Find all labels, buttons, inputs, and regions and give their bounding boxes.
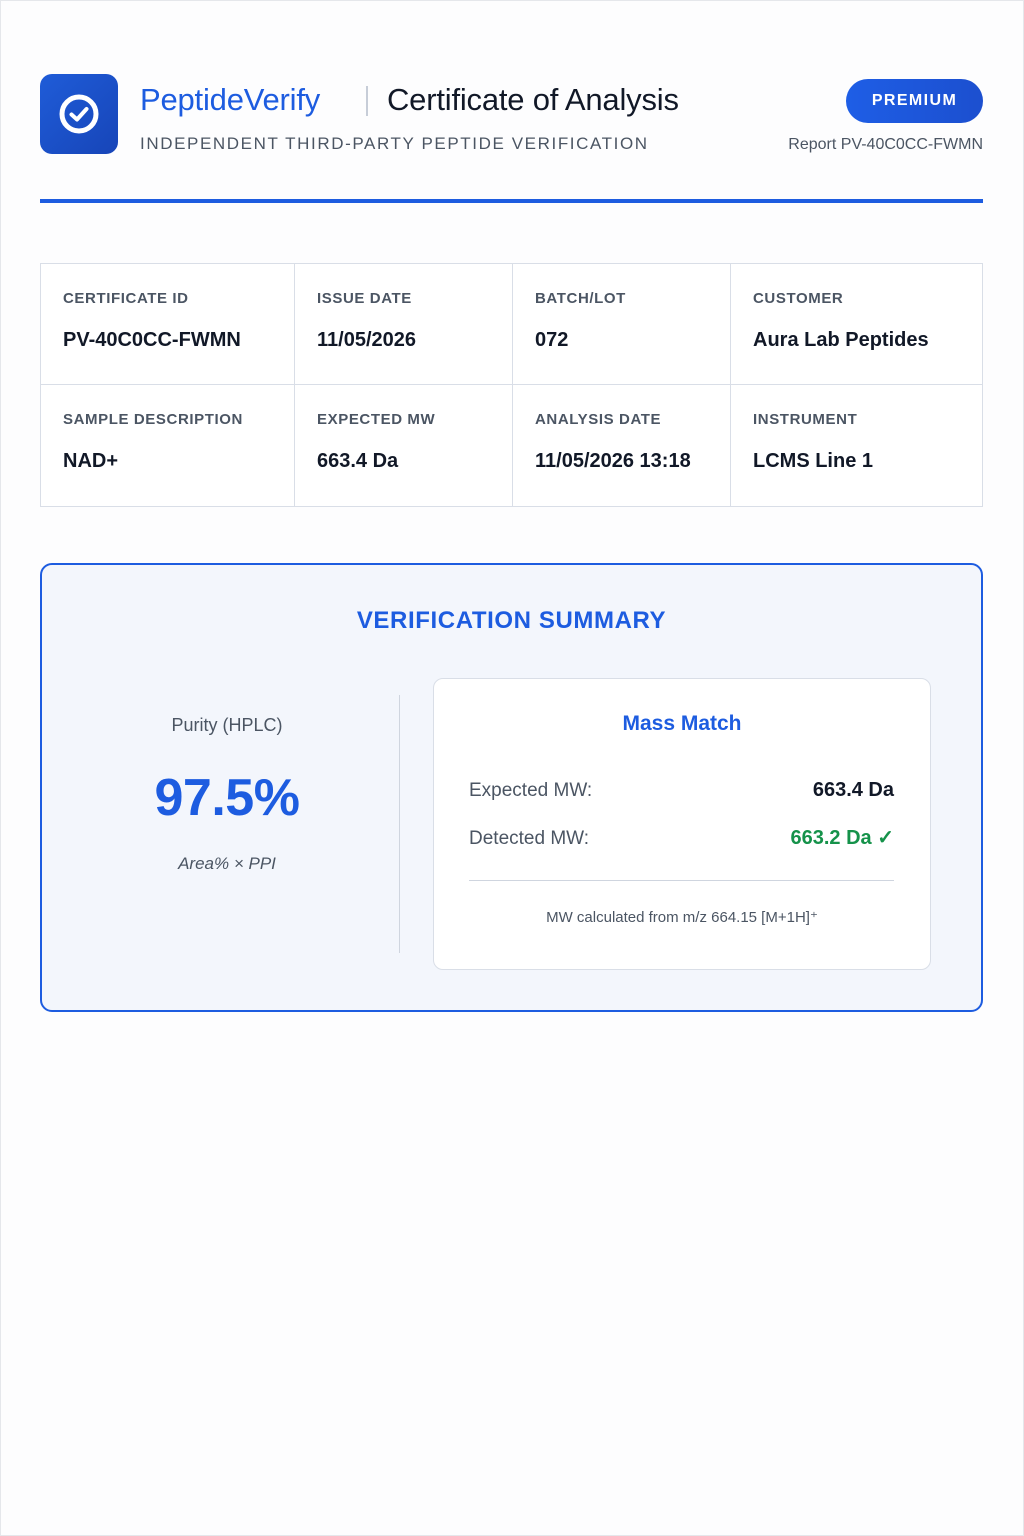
summary-divider xyxy=(399,695,400,953)
info-label: SAMPLE DESCRIPTION xyxy=(63,411,243,428)
info-cell-instrument: INSTRUMENT LCMS Line 1 xyxy=(731,385,982,506)
header-rule xyxy=(40,199,983,203)
expected-mw-label: Expected MW: xyxy=(469,780,593,801)
info-value: 11/05/2026 xyxy=(317,329,416,351)
purity-value: 97.5% xyxy=(154,769,300,827)
info-value: 11/05/2026 13:18 xyxy=(535,450,691,472)
info-value: LCMS Line 1 xyxy=(753,450,874,472)
info-value: PV-40C0CC-FWMN xyxy=(63,329,241,351)
detected-mw-value: 663.2 Da ✓ xyxy=(790,827,895,849)
mass-match-title: Mass Match xyxy=(622,712,742,735)
info-cell-batch-lot: BATCH/LOT 072 xyxy=(513,264,731,385)
info-label: CUSTOMER xyxy=(753,290,844,307)
info-cell-analysis-date: ANALYSIS DATE 11/05/2026 13:18 xyxy=(513,385,731,506)
brand-name: PeptideVerify xyxy=(140,82,321,117)
purity-method-note: Area% × PPI xyxy=(178,854,276,873)
info-label: EXPECTED MW xyxy=(317,411,436,428)
info-cell-customer: CUSTOMER Aura Lab Peptides xyxy=(731,264,982,385)
mass-match-card: Mass Match Expected MW: 663.4 Da Detecte… xyxy=(433,678,931,970)
detected-mw-row: Detected MW: 663.2 Da ✓ xyxy=(469,825,894,850)
info-value: 663.4 Da xyxy=(317,450,399,472)
summary-title: VERIFICATION SUMMARY xyxy=(356,607,667,634)
info-label: INSTRUMENT xyxy=(753,411,858,428)
mass-match-rule xyxy=(469,880,894,881)
info-cell-expected-mw: EXPECTED MW 663.4 Da xyxy=(295,385,513,506)
info-label: CERTIFICATE ID xyxy=(63,290,189,307)
expected-mw-value: 663.4 Da xyxy=(812,779,894,801)
info-cell-sample-description: SAMPLE DESCRIPTION NAD+ xyxy=(41,385,295,506)
expected-mw-row: Expected MW: 663.4 Da xyxy=(469,779,894,802)
info-value: Aura Lab Peptides xyxy=(753,329,929,351)
info-label: ISSUE DATE xyxy=(317,290,412,307)
document-title: Certificate of Analysis xyxy=(387,82,679,117)
info-cell-issue-date: ISSUE DATE 11/05/2026 xyxy=(295,264,513,385)
mass-match-footnote: MW calculated from m/z 664.15 [M+1H]⁺ xyxy=(546,909,818,926)
brand-logo xyxy=(40,74,118,154)
premium-badge: PREMIUM xyxy=(846,79,983,123)
report-id: Report PV-40C0CC-FWMN xyxy=(788,136,983,153)
info-label: BATCH/LOT xyxy=(535,290,626,307)
title-divider xyxy=(366,86,368,116)
check-circle-icon xyxy=(59,94,99,134)
purity-block: Purity (HPLC) 97.5% Area% × PPI xyxy=(42,715,412,874)
certificate-info-grid: CERTIFICATE ID PV-40C0CC-FWMN ISSUE DATE… xyxy=(40,263,983,507)
detected-mw-label: Detected MW: xyxy=(469,828,590,849)
tagline: INDEPENDENT THIRD-PARTY PEPTIDE VERIFICA… xyxy=(140,134,649,153)
info-value: 072 xyxy=(535,329,569,351)
info-value: NAD+ xyxy=(63,450,119,472)
verification-summary: VERIFICATION SUMMARY Purity (HPLC) 97.5%… xyxy=(40,563,983,1012)
info-cell-certificate-id: CERTIFICATE ID PV-40C0CC-FWMN xyxy=(41,264,295,385)
info-label: ANALYSIS DATE xyxy=(535,411,662,428)
purity-label: Purity (HPLC) xyxy=(171,715,283,735)
certificate-header: PeptideVerify Certificate of Analysis IN… xyxy=(40,74,983,164)
